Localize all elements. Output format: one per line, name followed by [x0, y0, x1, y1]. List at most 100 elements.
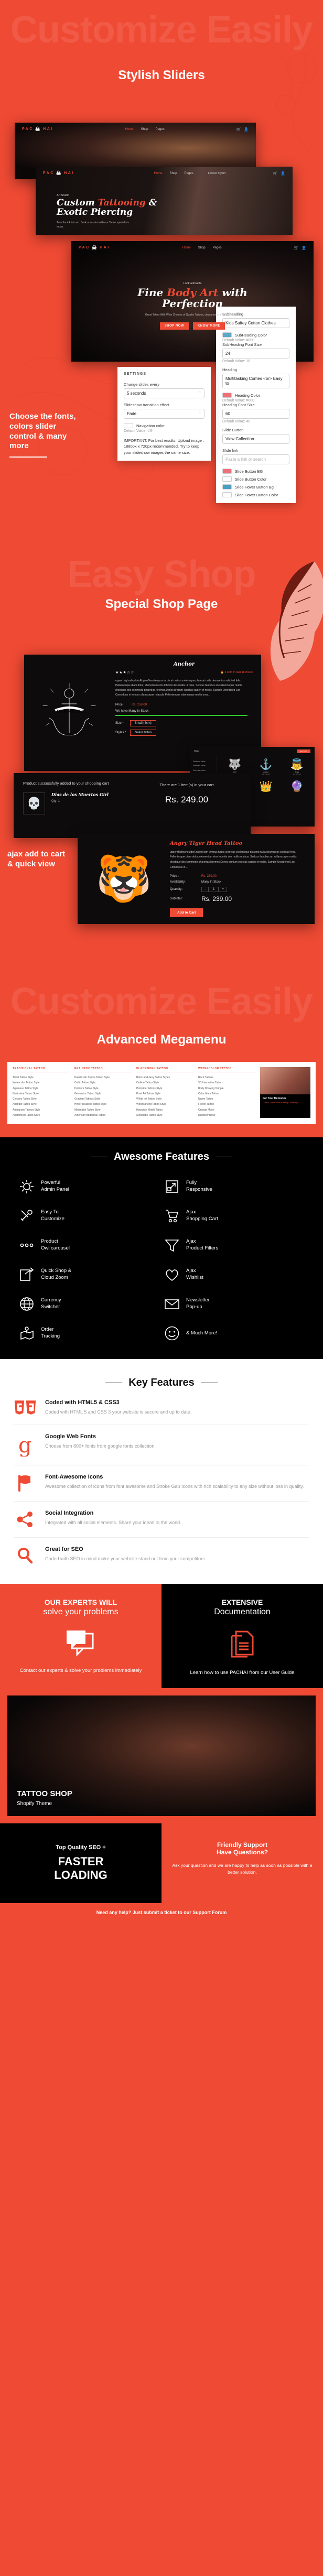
- size-select[interactable]: Small (4cm): [130, 720, 156, 726]
- footer-bar[interactable]: Need any help? Just submit a ticket to o…: [0, 1903, 323, 1922]
- megamenu-item[interactable]: Gradient Tattoos Style: [74, 1096, 132, 1102]
- ajax-cart-popup[interactable]: Product successfully added to your shopp…: [14, 773, 251, 838]
- styles-select[interactable]: Sailor tattoo: [130, 729, 157, 736]
- color-swatch[interactable]: [222, 492, 232, 497]
- megamenu-item[interactable]: Silhouette Tattoo Style: [136, 1113, 194, 1118]
- slide3-cta-know[interactable]: KNOW MORE: [193, 322, 225, 330]
- swatch-10[interactable]: Slide Hover Button Bg: [222, 484, 289, 490]
- megamenu-item[interactable]: Rock Tattoos: [198, 1075, 256, 1080]
- megamenu-item[interactable]: Dotwork Tattoo Style: [74, 1086, 132, 1091]
- field-transition[interactable]: Slideshow transition effect Fade: [124, 403, 204, 419]
- color-swatch[interactable]: [222, 393, 232, 398]
- user-icon[interactable]: 👤: [281, 171, 285, 176]
- cart-icon[interactable]: 🛒: [294, 246, 299, 250]
- theme-promo-banner[interactable]: TATTOO SHOP Shopify Theme: [7, 1695, 316, 1816]
- megamenu-item[interactable]: Watercolor Tattoo Style: [13, 1080, 70, 1085]
- swatch-1[interactable]: SubHeading Color: [222, 332, 289, 338]
- preview-nav-2[interactable]: Home Shop Pages: [154, 172, 193, 175]
- megamenu-item[interactable]: Name Tattoo: [198, 1096, 256, 1102]
- field-3[interactable]: Heading Multitasking Comes <br> Easy to: [222, 367, 289, 388]
- nav-home[interactable]: Home: [154, 172, 163, 175]
- user-icon[interactable]: 👤: [244, 127, 249, 132]
- add-to-cart-button[interactable]: Add to Cart: [170, 908, 203, 917]
- swatch-8[interactable]: Slide Button BG: [222, 469, 289, 474]
- megamenu-item[interactable]: White Ink Tattoo Style: [136, 1096, 194, 1102]
- megamenu-item[interactable]: Anatomical Tattoo Style: [13, 1113, 70, 1118]
- preview-icons-1[interactable]: 🛒 👤: [236, 127, 249, 132]
- nav-shop[interactable]: Shop: [170, 172, 177, 175]
- megamenu-item[interactable]: Rainbow Rose: [198, 1113, 256, 1118]
- nav-pages[interactable]: Pages: [213, 246, 222, 249]
- megamenu-item[interactable]: Japanese Tattoo Style: [13, 1086, 70, 1091]
- cart-icon[interactable]: 🛒: [236, 127, 241, 132]
- swatch-navigation-color[interactable]: Navigation color: [124, 423, 204, 428]
- megamenu-item[interactable]: Chicano Tattoo Style: [13, 1096, 70, 1102]
- qty-increment[interactable]: +: [219, 886, 227, 892]
- field-7[interactable]: Slide link Paste a link or search: [222, 448, 289, 464]
- nav-shop[interactable]: Shop: [198, 246, 206, 249]
- megamenu-item[interactable]: Celtic Tattoo Style: [74, 1080, 132, 1085]
- megamenu-item[interactable]: Minimalist Tattoo Style: [74, 1107, 132, 1113]
- megamenu-item[interactable]: Flower Tattoo: [198, 1102, 256, 1107]
- megamenu-item[interactable]: Paintbrush Stroke Tattoo Style: [74, 1075, 132, 1080]
- preview-icons-3[interactable]: 🛒 👤: [294, 246, 306, 250]
- megamenu-item[interactable]: American traditional Tattoo: [74, 1113, 132, 1118]
- megamenu-item[interactable]: Ambigram Tattoos Style: [13, 1107, 70, 1113]
- quick-view-popup[interactable]: 🐯 Angry Tiger Head Tattoo upper thighssh…: [78, 834, 315, 924]
- megamenu-item[interactable]: Black and Grey Tattoo Styles: [136, 1075, 194, 1080]
- megamenu-item[interactable]: Abstract Tattoo Style: [13, 1102, 70, 1107]
- field-input[interactable]: Multitasking Comes <br> Easy to: [222, 374, 289, 388]
- swatch-4[interactable]: Heading Color: [222, 393, 289, 398]
- megamenu-item[interactable]: Illustrative Tattoo Style: [13, 1091, 70, 1096]
- cart-icon[interactable]: 🛒: [273, 171, 278, 176]
- megamenu-item[interactable]: Hawaiian Motifs Tattoo: [136, 1107, 194, 1113]
- field-input[interactable]: Paste a link or search: [222, 454, 289, 464]
- theme-settings-panel-left[interactable]: SETTINGS Change slides every 5 seconds S…: [117, 367, 211, 461]
- field-input[interactable]: View Collection: [222, 434, 289, 444]
- color-swatch[interactable]: [222, 476, 232, 482]
- preview-nav-3[interactable]: Home Shop Pages: [182, 246, 222, 249]
- megamenu-item[interactable]: Hyper Realistic Tattoo Style: [74, 1102, 132, 1107]
- field-5[interactable]: Heading Font Size 60 Default Value: 40: [222, 403, 289, 423]
- preview-icons-2[interactable]: 🛒 👤: [273, 171, 285, 176]
- select-change-slides[interactable]: 5 seconds: [124, 388, 204, 398]
- megamenu-preview[interactable]: TRADITIONAL TATTOO Tribal Tattoo Style Wat…: [0, 1062, 323, 1124]
- megamenu-item[interactable]: Geometric Tattoo Style: [74, 1091, 132, 1096]
- nav-pages[interactable]: Pages: [185, 172, 193, 175]
- footer-text[interactable]: Need any help? Just submit a ticket to o…: [96, 1910, 227, 1915]
- megamenu-item[interactable]: Color Mark Tattoo: [198, 1091, 256, 1096]
- nav-pages[interactable]: Pages: [156, 128, 165, 131]
- swatch-11[interactable]: Slide Hover Button Color: [222, 492, 289, 497]
- megamenu-item[interactable]: Outline Tattoo Style: [136, 1080, 194, 1085]
- nav-home[interactable]: Home: [182, 246, 191, 249]
- field-change-slides[interactable]: Change slides every 5 seconds: [124, 382, 204, 398]
- color-swatch[interactable]: [124, 423, 133, 428]
- field-input[interactable]: 60: [222, 409, 289, 419]
- swatch-9[interactable]: Slide Button Color: [222, 476, 289, 482]
- megamenu-item[interactable]: Pixel Art Tattoo Style: [136, 1091, 194, 1096]
- megamenu-item[interactable]: Pinstripe Tattoos Style: [136, 1086, 194, 1091]
- user-icon[interactable]: 👤: [302, 246, 306, 250]
- nav-home[interactable]: Home: [125, 128, 134, 131]
- megamenu-item[interactable]: Body Drawing Temple: [198, 1086, 256, 1091]
- field-input[interactable]: 24: [222, 349, 289, 358]
- slide3-cta-shop[interactable]: SHOP NOW: [159, 322, 189, 330]
- preview-nav-1[interactable]: Home Shop Pages: [125, 128, 165, 131]
- field-6[interactable]: Slide Button View Collection: [222, 428, 289, 444]
- megamenu-item[interactable]: Tribal Tattoo Style: [13, 1075, 70, 1080]
- theme-settings-panel-right[interactable]: Subheading Kids Saftey Cotton Clothes SubH…: [216, 307, 296, 503]
- color-swatch[interactable]: [222, 484, 232, 490]
- color-swatch[interactable]: [222, 332, 232, 338]
- qty-value[interactable]: 1: [209, 886, 219, 892]
- slider-preview-2[interactable]: PAC ☠ HAI Home Shop Pages 🛒 👤 Art Studio Cu…: [36, 167, 293, 235]
- color-swatch[interactable]: [222, 469, 232, 474]
- nav-shop[interactable]: Shop: [141, 128, 148, 131]
- megamenu-panel[interactable]: TRADITIONAL TATTOO Tribal Tattoo Style Wat…: [7, 1062, 316, 1124]
- megamenu-item[interactable]: Woodcarving Tattoo Style: [136, 1102, 194, 1107]
- megamenu-item[interactable]: Orange Moon: [198, 1107, 256, 1113]
- megamenu-item[interactable]: 3D Interactive Tattoo: [198, 1080, 256, 1085]
- qty-decrement[interactable]: -: [201, 886, 209, 892]
- megamenu-promo[interactable]: For Your Memories -Tattoo -Permanent Make…: [260, 1067, 310, 1118]
- select-transition[interactable]: Fade: [124, 409, 204, 419]
- field-2[interactable]: SubHeading Font Size 24 Default Value: 18: [222, 342, 289, 363]
